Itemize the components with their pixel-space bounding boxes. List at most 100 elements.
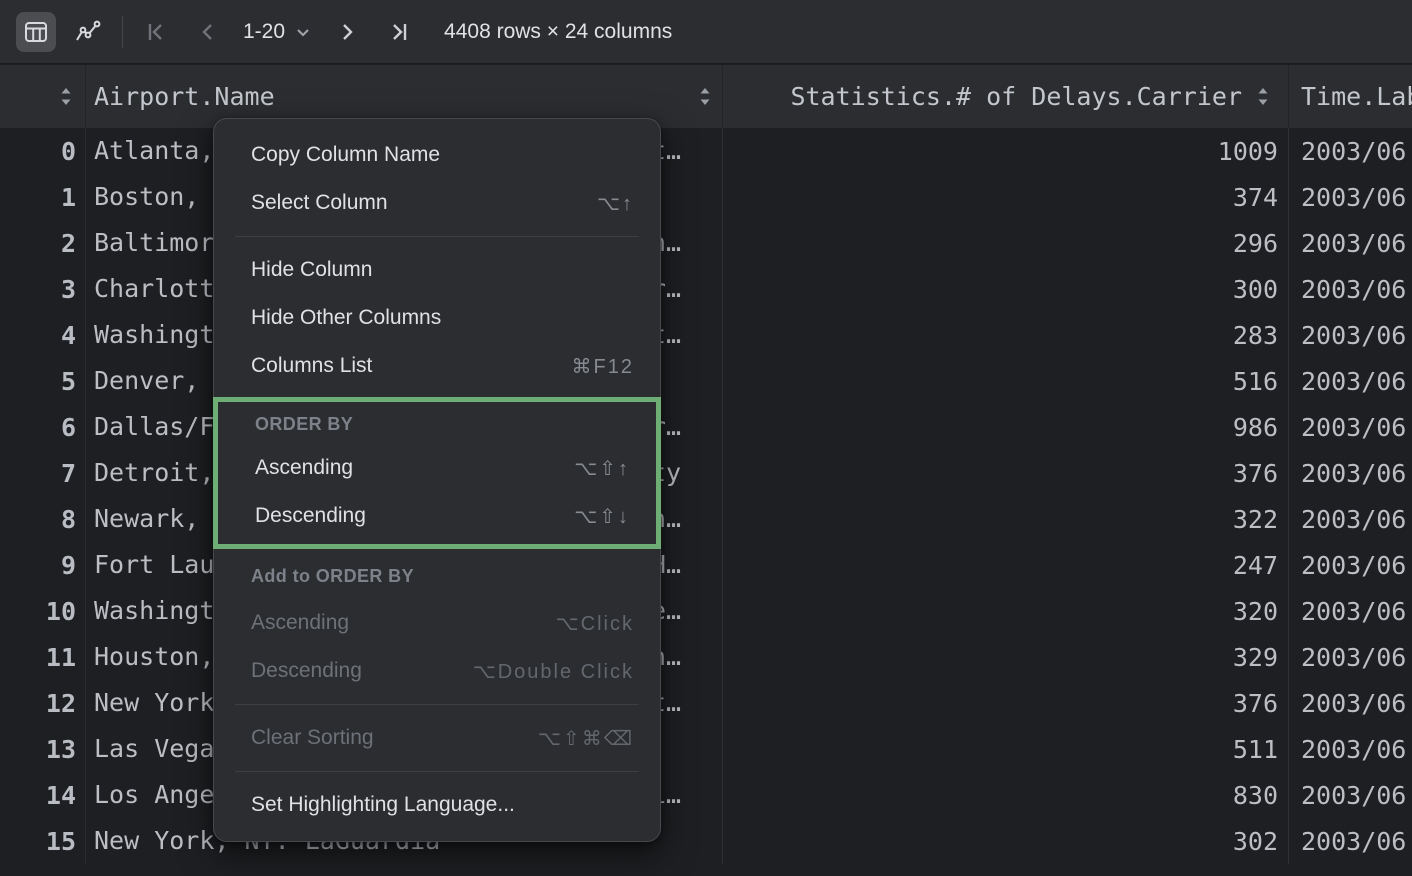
rows-columns-summary: 4408 rows × 24 columns — [444, 20, 672, 44]
cell-time-label[interactable]: 2003/06 — [1288, 220, 1412, 266]
cell-time-label[interactable]: 2003/06 — [1288, 450, 1412, 496]
menu-item-label: Descending — [255, 504, 366, 528]
row-number[interactable]: 7 — [0, 450, 85, 496]
table-row: 0 Atlanta, GA: Hartsfield-Jackson Atlant… — [0, 128, 1412, 174]
cell-time-label[interactable]: 2003/06 — [1288, 404, 1412, 450]
cell-time-label[interactable]: 2003/06 — [1288, 266, 1412, 312]
cell-time-label[interactable]: 2003/06 — [1288, 542, 1412, 588]
cell-carrier-delays[interactable]: 1009 — [722, 128, 1288, 174]
row-number[interactable]: 9 — [0, 542, 85, 588]
column-header-time-label[interactable]: Time.Label — [1288, 65, 1412, 128]
menu-item-set-highlighting-language[interactable]: Set Highlighting Language... — [214, 781, 660, 829]
menu-shortcut: ⌥Double Click — [473, 659, 634, 684]
table-row: 8 Newark, NJ: Newark Liberty Internation… — [0, 496, 1412, 542]
menu-shortcut: ⌘F12 — [572, 354, 634, 379]
row-number[interactable]: 11 — [0, 634, 85, 680]
column-header-carrier-delays[interactable]: Statistics.# of Delays.Carrier — [722, 65, 1288, 128]
menu-item-label: Copy Column Name — [251, 143, 440, 167]
cell-time-label[interactable]: 2003/06 — [1288, 634, 1412, 680]
cell-time-label[interactable]: 2003/06 — [1288, 496, 1412, 542]
row-number[interactable]: 1 — [0, 174, 85, 220]
cell-time-label[interactable]: 2003/06 — [1288, 680, 1412, 726]
cell-carrier-delays[interactable]: 322 — [722, 496, 1288, 542]
table-view-button[interactable] — [16, 12, 56, 52]
cell-time-label[interactable]: 2003/06 — [1288, 174, 1412, 220]
menu-item-add-order-by-descending[interactable]: Descending ⌥Double Click — [214, 647, 660, 695]
cell-carrier-delays[interactable]: 296 — [722, 220, 1288, 266]
menu-shortcut: ⌥⇧↓ — [574, 504, 630, 529]
row-number[interactable]: 15 — [0, 818, 85, 864]
cell-carrier-delays[interactable]: 374 — [722, 174, 1288, 220]
menu-shortcut: ⌥Click — [556, 611, 634, 636]
menu-item-copy-column-name[interactable]: Copy Column Name — [214, 131, 660, 179]
cell-time-label[interactable]: 2003/06 — [1288, 726, 1412, 772]
menu-item-columns-list[interactable]: Columns List ⌘F12 — [214, 342, 660, 390]
page-range-dropdown[interactable]: 1-20 — [243, 20, 312, 44]
cell-carrier-delays[interactable]: 376 — [722, 450, 1288, 496]
table-row: 9 Fort Lauderdale, FL: Fort Lauderdale-H… — [0, 542, 1412, 588]
menu-item-label: Select Column — [251, 191, 388, 215]
row-number[interactable]: 5 — [0, 358, 85, 404]
cell-time-label[interactable]: 2003/06 — [1288, 312, 1412, 358]
table-row: 12 New York, NY: John F. Kennedy Interna… — [0, 680, 1412, 726]
row-number[interactable]: 2 — [0, 220, 85, 266]
cell-carrier-delays[interactable]: 320 — [722, 588, 1288, 634]
menu-item-label: Descending — [251, 659, 362, 683]
cell-carrier-delays[interactable]: 247 — [722, 542, 1288, 588]
page-range-label: 1-20 — [243, 20, 285, 44]
menu-item-order-by-descending[interactable]: Descending ⌥⇧↓ — [218, 492, 656, 540]
previous-page-button[interactable] — [193, 17, 223, 47]
table-row: 7 Detroit, MI: Detroit Metro Wayne Count… — [0, 450, 1412, 496]
cell-time-label[interactable]: 2003/06 — [1288, 772, 1412, 818]
table-row: 4 Washington, DC: Ronald Reagan Washingt… — [0, 312, 1412, 358]
cell-carrier-delays[interactable]: 830 — [722, 772, 1288, 818]
menu-item-label: Hide Column — [251, 258, 372, 282]
chart-view-button[interactable] — [68, 12, 108, 52]
cell-carrier-delays[interactable]: 329 — [722, 634, 1288, 680]
cell-carrier-delays[interactable]: 511 — [722, 726, 1288, 772]
table-row: 5 Denver, CO: Denver International 516 2… — [0, 358, 1412, 404]
table-row: 3 Charlotte, NC: Charlotte Douglas Inter… — [0, 266, 1412, 312]
cell-carrier-delays[interactable]: 516 — [722, 358, 1288, 404]
row-number[interactable]: 3 — [0, 266, 85, 312]
row-number[interactable]: 0 — [0, 128, 85, 174]
row-number[interactable]: 12 — [0, 680, 85, 726]
row-number[interactable]: 6 — [0, 404, 85, 450]
menu-item-clear-sorting[interactable]: Clear Sorting ⌥⇧⌘⌫ — [214, 714, 660, 762]
last-page-button[interactable] — [384, 17, 414, 47]
menu-shortcut: ⌥⇧⌘⌫ — [538, 726, 634, 751]
cell-carrier-delays[interactable]: 376 — [722, 680, 1288, 726]
next-page-button[interactable] — [332, 17, 362, 47]
cell-time-label[interactable]: 2003/06 — [1288, 818, 1412, 864]
menu-item-label: Columns List — [251, 354, 372, 378]
menu-item-order-by-ascending[interactable]: Ascending ⌥⇧↑ — [218, 444, 656, 492]
line-chart-icon — [74, 19, 102, 45]
menu-section-order-by: ORDER BY — [218, 404, 656, 444]
sort-updown-icon[interactable] — [698, 87, 712, 106]
cell-carrier-delays[interactable]: 302 — [722, 818, 1288, 864]
cell-carrier-delays[interactable]: 283 — [722, 312, 1288, 358]
toolbar: 1-20 4408 rows × 24 columns — [0, 0, 1412, 64]
row-number[interactable]: 10 — [0, 588, 85, 634]
menu-shortcut: ⌥↑ — [597, 191, 634, 216]
cell-time-label[interactable]: 2003/06 — [1288, 358, 1412, 404]
sort-updown-icon[interactable] — [1256, 87, 1270, 106]
sort-updown-icon[interactable] — [59, 87, 73, 106]
cell-carrier-delays[interactable]: 300 — [722, 266, 1288, 312]
menu-separator — [235, 236, 639, 237]
menu-item-hide-column[interactable]: Hide Column — [214, 246, 660, 294]
row-number-column-header[interactable] — [0, 65, 85, 128]
menu-item-add-order-by-ascending[interactable]: Ascending ⌥Click — [214, 599, 660, 647]
first-page-button[interactable] — [141, 17, 171, 47]
row-number[interactable]: 4 — [0, 312, 85, 358]
row-number[interactable]: 14 — [0, 772, 85, 818]
cell-time-label[interactable]: 2003/06 — [1288, 588, 1412, 634]
row-number[interactable]: 8 — [0, 496, 85, 542]
row-number[interactable]: 13 — [0, 726, 85, 772]
menu-item-select-column[interactable]: Select Column ⌥↑ — [214, 179, 660, 227]
next-page-icon — [337, 20, 357, 44]
cell-time-label[interactable]: 2003/06 — [1288, 128, 1412, 174]
menu-section-add-to-order-by: Add to ORDER BY — [214, 553, 660, 599]
cell-carrier-delays[interactable]: 986 — [722, 404, 1288, 450]
menu-item-hide-other-columns[interactable]: Hide Other Columns — [214, 294, 660, 342]
